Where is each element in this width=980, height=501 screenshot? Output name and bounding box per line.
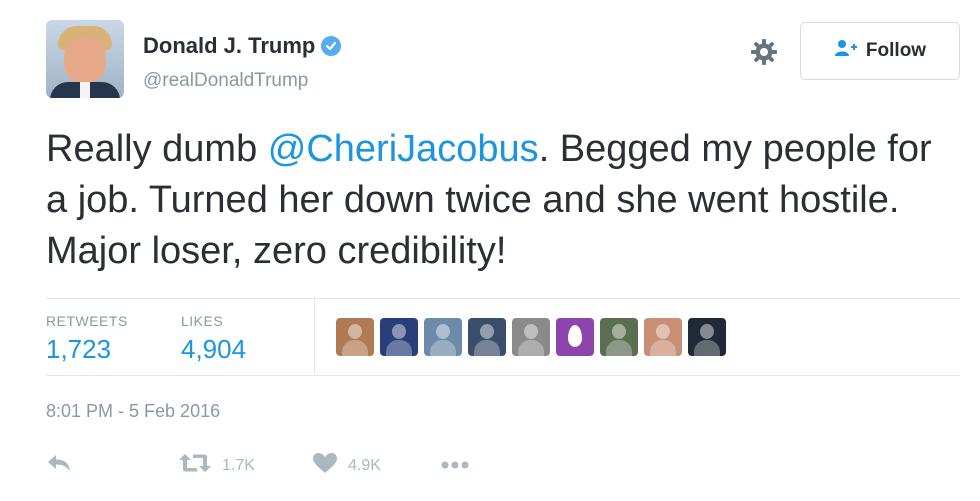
tweet-text: Really dumb @CheriJacobus. Begged my peo… bbox=[46, 124, 946, 277]
older-man-avatar[interactable] bbox=[512, 318, 550, 356]
like-button[interactable]: 4.9K bbox=[312, 452, 381, 479]
verified-badge-icon bbox=[321, 36, 342, 56]
author-name-row[interactable]: Donald J. Trump bbox=[143, 33, 342, 59]
more-icon bbox=[440, 457, 470, 475]
reply-icon bbox=[46, 452, 72, 479]
default-egg-avatar[interactable] bbox=[556, 318, 594, 356]
likes-count[interactable]: 4,904 bbox=[181, 334, 246, 365]
retweet-count: 1.7K bbox=[222, 456, 255, 474]
heart-icon bbox=[312, 452, 338, 479]
tweet-timestamp[interactable]: 8:01 PM - 5 Feb 2016 bbox=[46, 401, 220, 422]
likes-label: LIKES bbox=[181, 313, 224, 329]
mention-link[interactable]: @CheriJacobus bbox=[268, 128, 539, 170]
author-name[interactable]: Donald J. Trump bbox=[143, 33, 315, 59]
more-button[interactable] bbox=[440, 457, 470, 475]
jet-avatar[interactable] bbox=[468, 318, 506, 356]
retweets-label: RETWEETS bbox=[46, 313, 128, 329]
gear-icon[interactable] bbox=[750, 38, 778, 66]
author-avatar[interactable] bbox=[46, 20, 124, 98]
person-avatar[interactable] bbox=[424, 318, 462, 356]
woman-avatar[interactable] bbox=[336, 318, 374, 356]
liker-avatars bbox=[336, 318, 726, 356]
reply-button[interactable] bbox=[46, 452, 72, 479]
tweet-text-start: Really dumb bbox=[46, 128, 268, 170]
author-handle[interactable]: @realDonaldTrump bbox=[143, 70, 308, 92]
stats-top-divider bbox=[46, 298, 960, 299]
tweet-card: Donald J. Trump @realDonaldTrump Follow … bbox=[0, 0, 980, 501]
stats-separator bbox=[314, 298, 315, 374]
follow-button[interactable]: Follow bbox=[800, 22, 960, 80]
retweets-count[interactable]: 1,723 bbox=[46, 334, 111, 365]
retweet-button[interactable]: 1.7K bbox=[178, 452, 255, 479]
follow-label: Follow bbox=[865, 40, 927, 61]
like-count: 4.9K bbox=[348, 456, 381, 474]
couple-avatar[interactable] bbox=[644, 318, 682, 356]
retweet-icon bbox=[178, 452, 212, 479]
follow-user-icon bbox=[834, 38, 858, 64]
trump-sign-avatar[interactable] bbox=[380, 318, 418, 356]
stats-bottom-divider bbox=[46, 375, 960, 376]
news-logo-avatar[interactable] bbox=[688, 318, 726, 356]
man-avatar[interactable] bbox=[600, 318, 638, 356]
